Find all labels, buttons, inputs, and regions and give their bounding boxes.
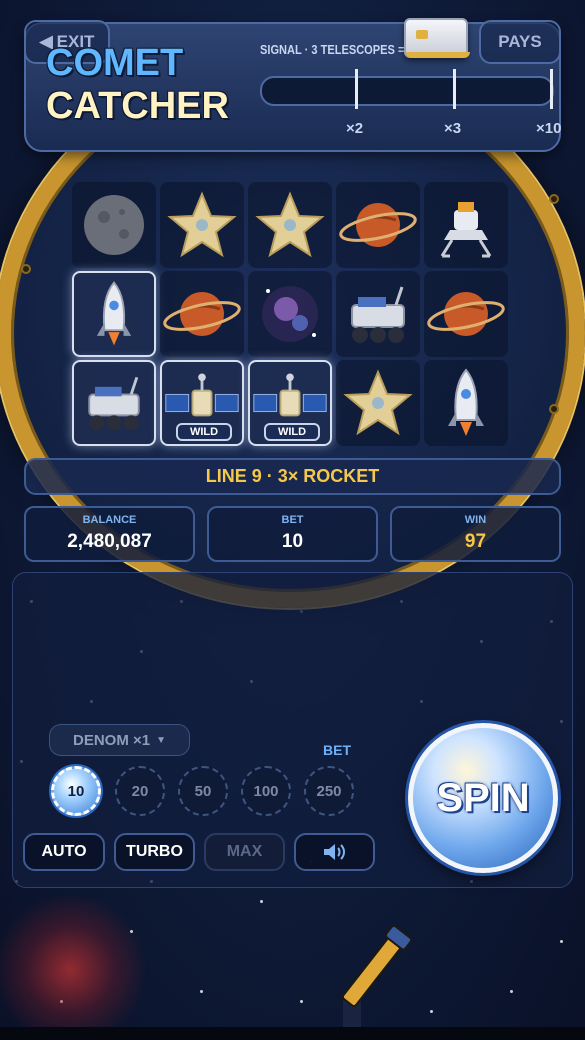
bet-chip-label: 100 — [253, 782, 279, 800]
reel-grid: WILD WILD — [72, 182, 512, 450]
bet-chip-label: 50 — [194, 782, 212, 800]
spin-label: SPIN — [436, 775, 530, 820]
reel-cell-rocket — [72, 271, 156, 357]
win-label: WIN — [464, 514, 487, 526]
max-bet-button[interactable]: MAX — [204, 833, 285, 871]
reel-cell-star — [160, 182, 244, 268]
meter-tick — [453, 69, 456, 109]
logo-line-2: CATCHER — [46, 85, 229, 127]
reel-cell-satellite: WILD — [248, 360, 332, 446]
reel-cell-star — [336, 360, 420, 446]
sound-button[interactable] — [294, 833, 375, 871]
star-dot — [200, 990, 203, 993]
bet-chip-50[interactable]: 50 — [178, 766, 228, 816]
reel-cell-moon — [72, 182, 156, 268]
win-line-text: LINE 9 · 3× ROCKET — [205, 466, 380, 486]
pays-button[interactable]: PAYS — [479, 20, 561, 64]
bet-label: BET — [281, 514, 304, 526]
lander-icon — [440, 202, 492, 258]
balance-box: BALANCE 2,480,087 — [24, 506, 195, 562]
reel-cell-nebula — [248, 271, 332, 357]
meter-tick — [355, 69, 358, 109]
balance-value: 2,480,087 — [67, 531, 152, 552]
reel-cell-rover — [72, 360, 156, 446]
header-panel: ◀ EXIT COMET CATCHER SIGNAL · 3 TELESCOP… — [24, 18, 562, 152]
ground — [0, 1027, 585, 1040]
rover-icon — [351, 286, 405, 343]
star-dot — [260, 900, 263, 903]
nebula-glow — [0, 895, 150, 1040]
reel-cell-lander — [424, 182, 508, 268]
bet-chip-label: 10 — [67, 782, 85, 800]
card-chip-icon — [404, 18, 470, 58]
turbo-button[interactable]: TURBO — [114, 833, 195, 871]
planet-icon — [427, 292, 505, 336]
logo-line-1: COMET — [46, 42, 184, 84]
max-label: MAX — [226, 843, 263, 860]
bet-selector-label: BET — [323, 742, 351, 758]
auto-label: AUTO — [41, 843, 87, 860]
game-logo: COMET CATCHER — [46, 44, 229, 125]
bolt — [549, 404, 559, 414]
reel-cell-planet — [336, 182, 420, 268]
reel-cell-star — [248, 182, 332, 268]
rover-icon — [88, 376, 140, 431]
denom-label: DENOM ×1 — [72, 731, 151, 749]
rocket-icon — [448, 368, 484, 436]
chevron-down-icon: ▼ — [156, 734, 166, 746]
reel-cell-planet — [424, 271, 508, 357]
reel-cell-rocket — [424, 360, 508, 446]
star-dot — [430, 1010, 433, 1013]
denom-select[interactable]: DENOM ×1 ▼ — [49, 724, 190, 756]
spin-button[interactable]: SPIN — [408, 723, 558, 873]
multiplier-x10: ×10 — [536, 120, 562, 137]
bet-chip-250[interactable]: 250 — [304, 766, 354, 816]
signal-meter — [260, 76, 554, 106]
rocket-icon — [96, 281, 132, 346]
telescope-icon — [341, 924, 413, 1030]
wild-tag: WILD — [264, 423, 320, 441]
win-value: 97 — [464, 531, 487, 552]
star-icon — [255, 191, 325, 258]
speaker-icon — [323, 844, 345, 860]
reel-cell-rover — [336, 271, 420, 357]
bet-chip-label: 250 — [316, 782, 342, 800]
bet-chip-100[interactable]: 100 — [241, 766, 291, 816]
reel-cell-satellite: WILD — [160, 360, 244, 446]
star-dot — [300, 1000, 303, 1003]
planet-icon — [339, 203, 417, 247]
star-icon — [167, 191, 237, 258]
star-dot — [510, 990, 513, 993]
star-icon — [343, 369, 413, 436]
turbo-label: TURBO — [126, 843, 183, 860]
planet-icon — [163, 292, 241, 336]
multiplier-x2: ×2 — [346, 120, 364, 137]
wild-tag: WILD — [176, 423, 232, 441]
bet-value: 10 — [281, 531, 304, 552]
bet-chip-label: 20 — [131, 782, 149, 800]
meter-tick — [550, 69, 553, 109]
pays-label: PAYS — [498, 32, 542, 51]
moon-icon — [84, 195, 144, 255]
bet-chip-20[interactable]: 20 — [115, 766, 165, 816]
nebula-icon — [262, 286, 318, 342]
bet-chip-10[interactable]: 10 — [51, 766, 101, 816]
star-dot — [560, 940, 563, 943]
auto-button[interactable]: AUTO — [23, 833, 105, 871]
reel-cell-planet — [160, 271, 244, 357]
win-box: WIN 97 — [390, 506, 561, 562]
bolt — [21, 264, 31, 274]
multiplier-x3: ×3 — [444, 120, 462, 137]
bolt — [549, 194, 559, 204]
balance-label: BALANCE — [82, 514, 137, 526]
win-line-banner: LINE 9 · 3× ROCKET — [24, 458, 561, 495]
bet-box: BET 10 — [207, 506, 378, 562]
